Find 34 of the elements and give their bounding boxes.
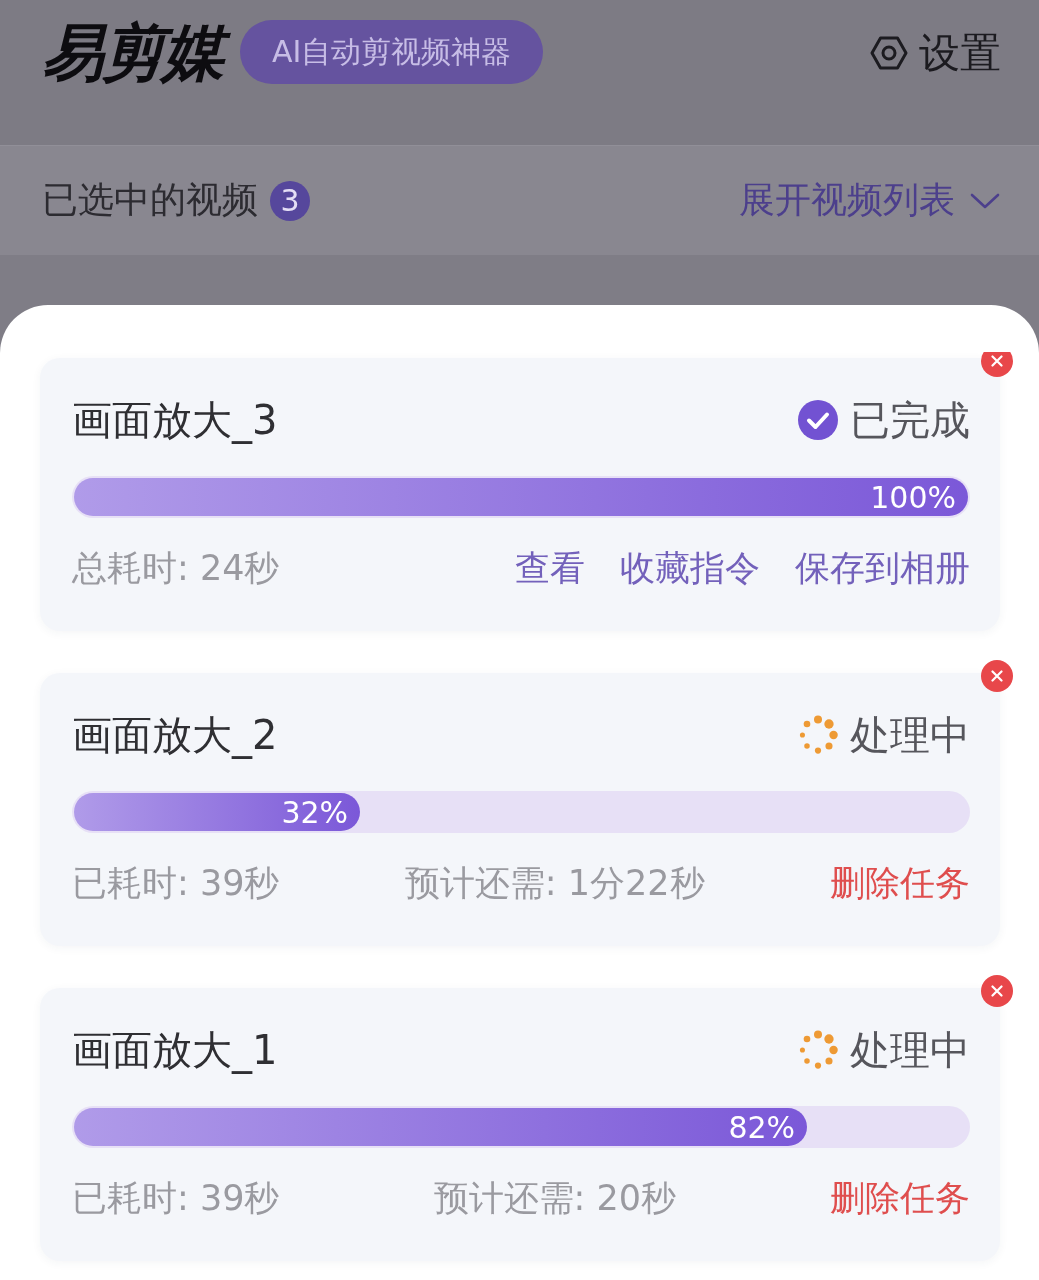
app-logo: 易剪媒	[40, 16, 234, 90]
check-circle-icon	[798, 400, 838, 440]
status-label: 已完成	[850, 395, 970, 445]
task-title: 画面放大_3	[72, 395, 278, 446]
remove-button[interactable]	[981, 352, 1013, 377]
action-link[interactable]: 保存到相册	[795, 544, 970, 592]
settings-button[interactable]: 设置	[869, 28, 1001, 78]
status-label: 处理中	[850, 1025, 970, 1075]
close-icon	[991, 670, 1003, 682]
delete-task-link[interactable]: 删除任务	[830, 859, 970, 907]
selection-label: 已选中的视频	[42, 178, 258, 222]
tagline-pill: AI自动剪视频神器	[240, 20, 544, 84]
spinner-icon	[798, 715, 838, 755]
progress-percent: 100%	[870, 479, 956, 515]
spinner-icon	[798, 1030, 838, 1070]
action-link[interactable]: 收藏指令	[620, 544, 760, 592]
close-icon	[991, 355, 1003, 367]
task-title: 画面放大_1	[72, 1025, 278, 1076]
remove-button[interactable]	[981, 660, 1013, 692]
elapsed-time: 已耗时: 39秒	[72, 861, 280, 905]
progress-percent: 82%	[728, 1109, 796, 1145]
delete-task-link[interactable]: 删除任务	[830, 1174, 970, 1222]
status-label: 处理中	[850, 710, 970, 760]
expand-list-button[interactable]: 展开视频列表	[739, 176, 1001, 225]
remaining-time: 预计还需: 1分22秒	[404, 861, 705, 905]
close-icon	[991, 985, 1003, 997]
remaining-time: 预计还需: 20秒	[433, 1176, 676, 1220]
count-badge: 3	[270, 180, 310, 221]
task-title: 画面放大_2	[72, 710, 278, 761]
elapsed-time: 总耗时: 24秒	[72, 546, 280, 590]
remove-button[interactable]	[981, 975, 1013, 1007]
action-link[interactable]: 查看	[515, 544, 585, 592]
elapsed-time: 已耗时: 39秒	[72, 1176, 280, 1220]
progress-percent: 32%	[281, 794, 349, 830]
